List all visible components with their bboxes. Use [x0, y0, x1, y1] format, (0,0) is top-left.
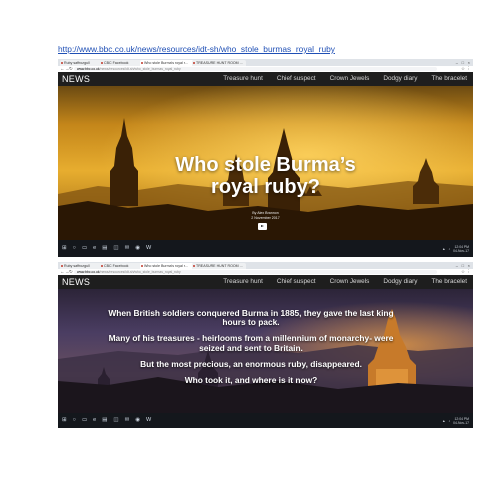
- windows-taskbar: ⊞ ○ ▭ e ▤ ◫ ✉ ◉ W ▲ ♪ 12:04 PM 04-Nov-17: [58, 413, 473, 428]
- site-nav: Treasure hunt Chief suspect Crown Jewels…: [223, 72, 467, 86]
- windows-start-icon[interactable]: ⊞: [62, 417, 67, 424]
- chrome-icon[interactable]: ◉: [135, 245, 140, 252]
- site-header: NEWS Treasure hunt Chief suspect Crown J…: [58, 275, 473, 289]
- url-field[interactable]: www.bbc.co.uk/news/resources/idt-sh/who_…: [74, 270, 437, 274]
- article-title: Who stole Burma’s royal ruby?: [175, 154, 356, 198]
- intro-paragraph-2: Many of his treasures - heirlooms from a…: [108, 333, 394, 353]
- bbc-news-logo[interactable]: NEWS: [62, 74, 90, 84]
- site-nav: Treasure hunt Chief suspect Crown Jewels…: [223, 275, 467, 289]
- mail-icon[interactable]: ✉: [125, 245, 130, 252]
- close-icon[interactable]: ×: [468, 262, 470, 269]
- screenshot-intro-page: Ruby saffrozgull CBC Facebook Who stole …: [58, 262, 473, 428]
- intro-paragraph-4: Who took it, and where is it now?: [184, 375, 318, 386]
- intro-text: When British soldiers conquered Burma in…: [106, 308, 396, 392]
- task-view-icon[interactable]: ▭: [82, 245, 87, 252]
- site-header: NEWS Treasure hunt Chief suspect Crown J…: [58, 72, 473, 86]
- network-icon[interactable]: ▲: [442, 419, 445, 423]
- byline-author: By Alex Brannon: [252, 211, 279, 215]
- taskbar-clock[interactable]: 12:04 PM 04-Nov-17: [453, 245, 469, 253]
- edge-browser-icon[interactable]: e: [93, 245, 96, 252]
- mail-icon[interactable]: ✉: [125, 417, 130, 424]
- volume-icon[interactable]: ♪: [448, 419, 450, 423]
- nav-dodgy-diary[interactable]: Dodgy diary: [383, 275, 417, 289]
- volume-icon[interactable]: ♪: [448, 247, 450, 251]
- maximize-icon[interactable]: □: [462, 262, 464, 269]
- nav-treasure-hunt[interactable]: Treasure hunt: [223, 275, 263, 289]
- source-url-link[interactable]: http://www.bbc.co.uk/news/resources/idt-…: [58, 44, 335, 54]
- nav-dodgy-diary[interactable]: Dodgy diary: [383, 72, 417, 86]
- byline-date: 2 November 2017: [251, 216, 280, 220]
- word-icon[interactable]: W: [146, 417, 151, 424]
- browser-tab-strip: Ruby saffrozgull CBC Facebook Who stole …: [58, 262, 473, 269]
- hero-sunset-temples: Who stole Burma’s royal ruby? By Alex Br…: [58, 86, 473, 240]
- store-icon[interactable]: ◫: [113, 417, 118, 424]
- minimize-icon[interactable]: –: [456, 59, 458, 66]
- windows-start-icon[interactable]: ⊞: [62, 245, 67, 252]
- nav-treasure-hunt[interactable]: Treasure hunt: [223, 72, 263, 86]
- maximize-icon[interactable]: □: [462, 59, 464, 66]
- task-view-icon[interactable]: ▭: [82, 417, 87, 424]
- intro-paragraph-1: When British soldiers conquered Burma in…: [108, 308, 394, 328]
- browser-tab-strip: Ruby saffrozgull CBC Facebook Who stole …: [58, 59, 473, 66]
- taskbar-clock[interactable]: 12:04 PM 04-Nov-17: [453, 417, 469, 425]
- minimize-icon[interactable]: –: [456, 262, 458, 269]
- nav-chief-suspect[interactable]: Chief suspect: [277, 275, 316, 289]
- nav-crown-jewels[interactable]: Crown Jewels: [330, 275, 370, 289]
- word-icon[interactable]: W: [146, 245, 151, 252]
- nav-crown-jewels[interactable]: Crown Jewels: [330, 72, 370, 86]
- intro-paragraph-3: But the most precious, an enormous ruby,…: [140, 358, 362, 369]
- store-icon[interactable]: ◫: [113, 245, 118, 252]
- close-icon[interactable]: ×: [468, 59, 470, 66]
- hero-dusk-temples: When British soldiers conquered Burma in…: [58, 289, 473, 413]
- network-icon[interactable]: ▲: [442, 247, 445, 251]
- file-explorer-icon[interactable]: ▤: [102, 245, 107, 252]
- screenshot-title-page: Ruby saffrozgull CBC Facebook Who stole …: [58, 59, 473, 257]
- chrome-icon[interactable]: ◉: [135, 417, 140, 424]
- search-icon[interactable]: ○: [73, 245, 76, 252]
- nav-the-bracelet[interactable]: The bracelet: [431, 72, 467, 86]
- windows-taskbar: ⊞ ○ ▭ e ▤ ◫ ✉ ◉ W ▲ ♪ 12:04 PM 04-Nov-17: [58, 240, 473, 257]
- file-explorer-icon[interactable]: ▤: [102, 417, 107, 424]
- bbc-news-logo[interactable]: NEWS: [62, 277, 90, 287]
- search-icon[interactable]: ○: [73, 417, 76, 424]
- nav-chief-suspect[interactable]: Chief suspect: [277, 72, 316, 86]
- nav-the-bracelet[interactable]: The bracelet: [431, 275, 467, 289]
- url-field[interactable]: www.bbc.co.uk/news/resources/idt-sh/who_…: [74, 67, 437, 71]
- edge-browser-icon[interactable]: e: [93, 417, 96, 424]
- play-video-button[interactable]: [258, 223, 267, 230]
